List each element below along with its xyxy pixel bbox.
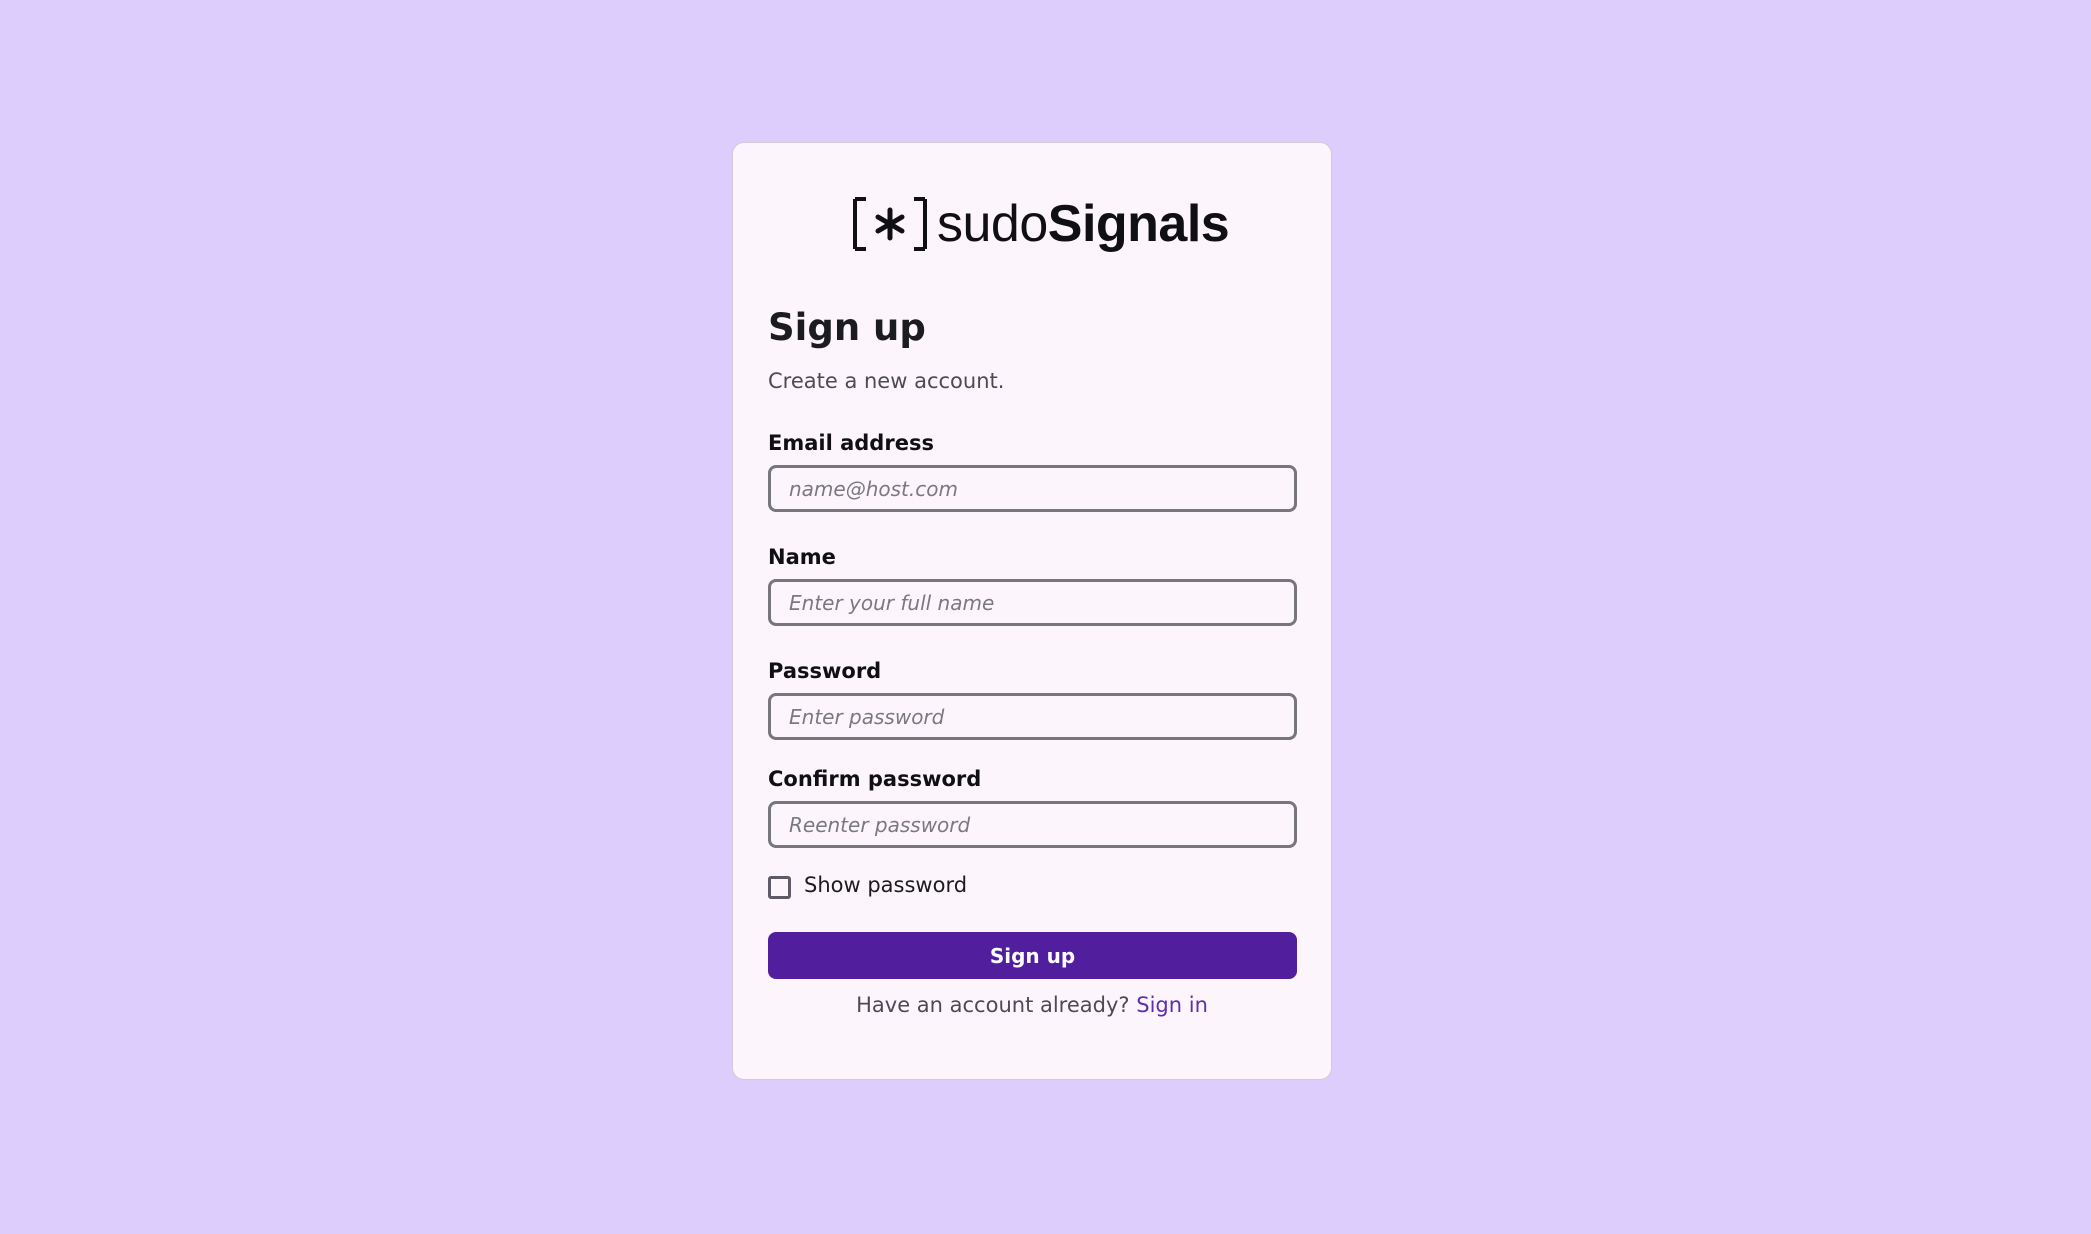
sign-up-button[interactable]: Sign up (768, 932, 1297, 979)
brand-name-bold: Signals (1047, 195, 1230, 253)
brand-logo: sudoSignals (851, 193, 1230, 255)
brand-name: sudoSignals (937, 195, 1230, 253)
email-field[interactable] (768, 465, 1297, 512)
name-label: Name (768, 545, 836, 569)
page-title: Sign up (768, 306, 926, 349)
sign-in-prompt: Have an account already? Sign in (733, 992, 1331, 1019)
email-label: Email address (768, 431, 934, 455)
sign-in-link[interactable]: Sign in (1136, 993, 1208, 1017)
show-password-checkbox[interactable] (768, 876, 791, 899)
password-field[interactable] (768, 693, 1297, 740)
name-field[interactable] (768, 579, 1297, 626)
page-subtitle: Create a new account. (768, 369, 1005, 393)
password-label: Password (768, 659, 882, 683)
brand-name-light: sudo (937, 195, 1048, 253)
bracket-asterisk-logo-icon (853, 197, 927, 251)
signup-card: sudoSignals Sign up Create a new account… (732, 142, 1332, 1080)
confirm-password-label: Confirm password (768, 767, 982, 791)
show-password-label[interactable]: Show password (804, 872, 967, 899)
sign-in-prompt-text: Have an account already? (856, 993, 1130, 1017)
confirm-password-field[interactable] (768, 801, 1297, 848)
